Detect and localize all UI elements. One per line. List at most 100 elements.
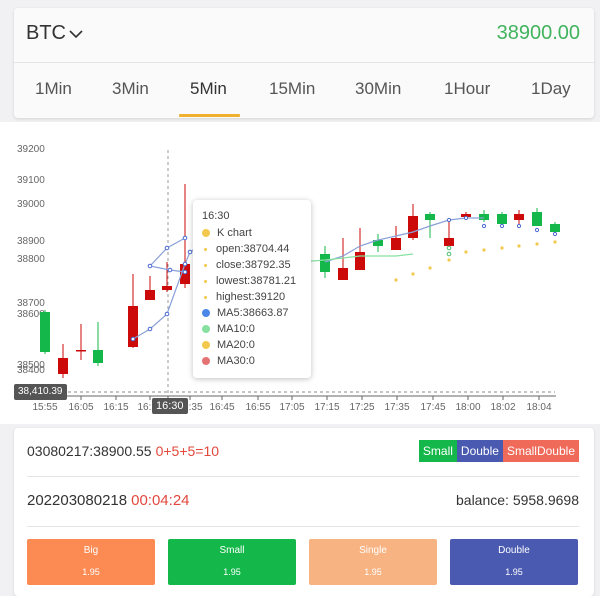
countdown: 00:04:24 [131, 492, 190, 509]
crosshair-time-label: 16:30 [152, 398, 188, 414]
tab-1day[interactable]: 1Day [531, 79, 571, 99]
y-tick-label: 38900 [17, 236, 45, 247]
candle-body [444, 238, 454, 246]
candle-body [355, 252, 365, 270]
candle-body [532, 212, 542, 226]
tooltip-highest-row: highest:39120 [202, 289, 285, 305]
ma20-point [411, 272, 415, 276]
issue-sum: 0+5+5=10 [155, 443, 220, 459]
tooltip-highest: highest:39120 [216, 291, 286, 303]
ma5-point [164, 245, 170, 251]
bet-label: Double [498, 545, 530, 556]
current-price: 38900.00 [496, 22, 580, 44]
bet-odds: 1.95 [505, 567, 523, 577]
candle-body [320, 254, 330, 272]
ma20-point [517, 244, 521, 248]
bet-big-button[interactable]: Big 1.95 [27, 539, 155, 585]
candle-body [93, 350, 103, 363]
y-tick-label: 39200 [17, 144, 45, 155]
tab-30min[interactable]: 30Min [355, 79, 401, 99]
candle-body [391, 238, 401, 250]
tooltip-ma30-row: MA30:0 [202, 353, 255, 369]
ma5-point [534, 227, 540, 233]
ma5-legend-dot [202, 309, 210, 317]
ma20-point [447, 258, 451, 262]
ma5-point [446, 217, 452, 223]
active-tab-indicator [179, 114, 240, 117]
tooltip-ma30: MA30:0 [217, 355, 255, 367]
ma5-point [552, 231, 558, 237]
tooltip-ma10: MA10:0 [217, 323, 255, 335]
tooltip-time: 16:30 [202, 210, 230, 222]
x-tick-label: 16:45 [209, 402, 234, 413]
ma20-point [535, 242, 539, 246]
bet-odds: 1.95 [82, 567, 100, 577]
bet-double-button[interactable]: Double 1.95 [450, 539, 578, 585]
coin-name[interactable]: BTC [26, 22, 66, 45]
ma5-point [164, 311, 170, 317]
current-period: 202203080218 [27, 492, 128, 509]
last-issue-line: 03080217:38900.55 0+5+5=10 [27, 443, 219, 459]
tooltip-open: open:38704.44 [216, 243, 290, 255]
x-tick-label: 17:35 [384, 402, 409, 413]
game-card: 03080217:38900.55 0+5+5=10 Small Double S… [14, 428, 594, 596]
chart-tooltip: 16:30 K chart open:38704.44 close:38792.… [193, 200, 311, 378]
candle-body [425, 214, 435, 220]
badge-small: Small [418, 440, 457, 462]
ma20-legend-dot [202, 341, 210, 349]
tab-1min[interactable]: 1Min [35, 79, 72, 99]
x-tick-label: 17:45 [420, 402, 445, 413]
tooltip-lowest: lowest:38781.21 [216, 275, 297, 287]
x-tick-label: 17:05 [279, 402, 304, 413]
candle-body [58, 358, 68, 374]
bet-odds: 1.95 [223, 567, 241, 577]
result-badges: Small Double SmallDouble [418, 440, 579, 462]
bet-small-button[interactable]: Small 1.95 [168, 539, 296, 585]
x-tick-label: 16:05 [68, 402, 93, 413]
x-tick-label: 16:55 [245, 402, 270, 413]
chevron-down-icon[interactable] [68, 26, 84, 42]
y-tick-label: 38700 [17, 298, 45, 309]
y-tick-label: 39100 [17, 175, 45, 186]
candle-body [408, 216, 418, 238]
ma5-point [167, 267, 173, 273]
candle-body [550, 224, 560, 232]
candle-body [514, 214, 524, 220]
candle-body [497, 214, 507, 224]
tooltip-open-row: open:38704.44 [202, 241, 289, 257]
tooltip-series-row: K chart [202, 225, 252, 241]
tooltip-series: K chart [217, 227, 252, 239]
y-tick-label: 38800 [17, 254, 45, 265]
ma5-point [481, 223, 487, 229]
badge-double: Double [456, 440, 503, 462]
tooltip-lowest-row: lowest:38781.21 [202, 273, 296, 289]
x-tick-label: 18:04 [526, 402, 551, 413]
ma30-legend-dot [202, 357, 210, 365]
kchart-legend-dot [202, 229, 210, 237]
ma5-point [182, 269, 188, 275]
tab-3min[interactable]: 3Min [112, 79, 149, 99]
coin-selector-row[interactable]: BTC 38900.00 [14, 8, 594, 62]
x-tick-label: 17:15 [314, 402, 339, 413]
last-issue: 03080217:38900.55 [27, 443, 152, 459]
bet-label: Single [359, 545, 387, 556]
tab-15min[interactable]: 15Min [269, 79, 315, 99]
ma5-point [463, 215, 469, 221]
tab-1hour[interactable]: 1Hour [444, 79, 490, 99]
period-line: 202203080218 00:04:24 [27, 492, 190, 509]
tooltip-ma20-row: MA20:0 [202, 337, 255, 353]
ma20-point [464, 250, 468, 254]
ma10-legend-dot [202, 325, 210, 333]
bullet-icon [204, 247, 207, 251]
ma5-point [147, 326, 153, 332]
ma10-point [446, 251, 452, 257]
tab-5min[interactable]: 5Min [190, 79, 227, 99]
bullet-icon [204, 295, 207, 299]
ma5-point [499, 223, 505, 229]
bet-label: Small [219, 545, 245, 556]
bullet-icon [204, 279, 207, 283]
candle-body [338, 268, 348, 280]
bet-single-button[interactable]: Single 1.95 [309, 539, 437, 585]
ma10-point [446, 245, 452, 251]
ma5-point [130, 336, 136, 342]
